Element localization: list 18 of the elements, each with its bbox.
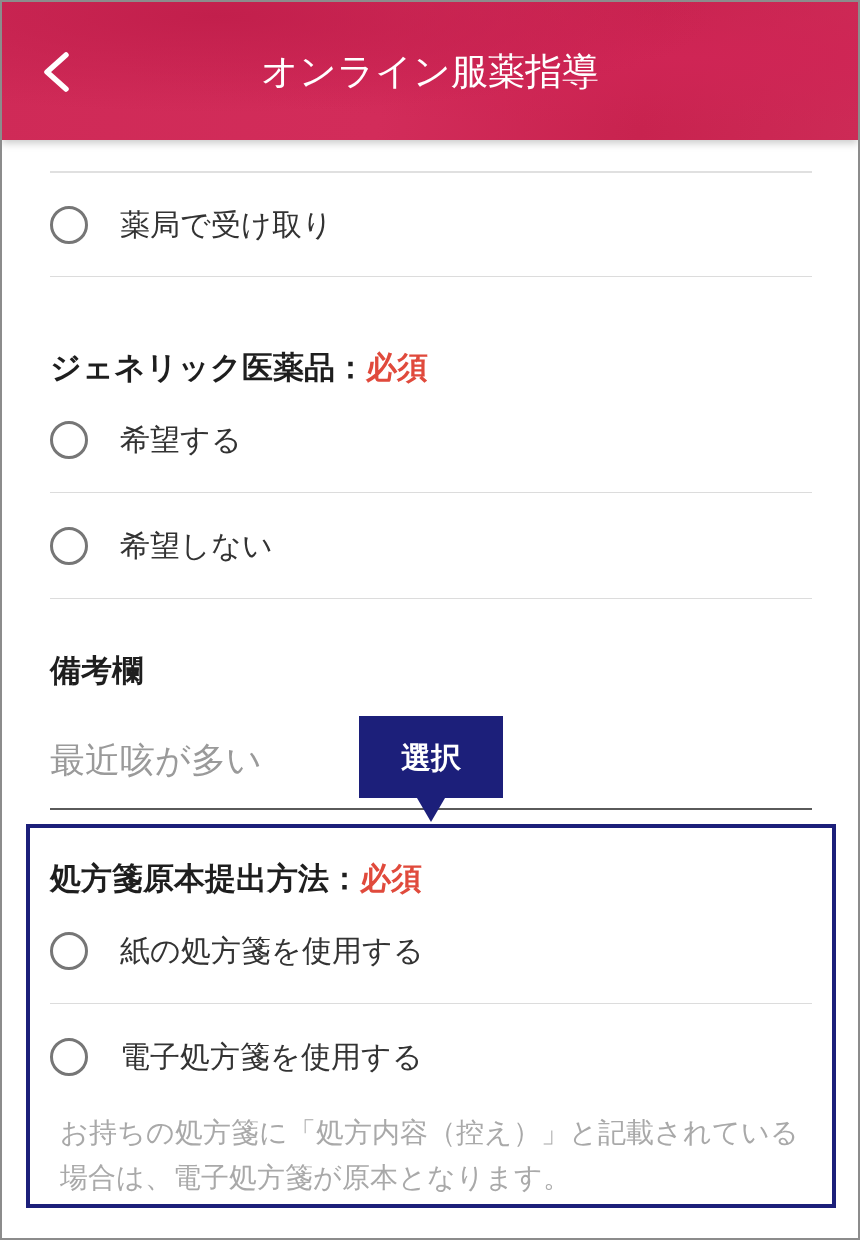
section-label: 備考欄 — [50, 651, 143, 690]
radio-button[interactable] — [50, 931, 88, 970]
radio-button[interactable] — [50, 205, 88, 244]
option-label: 希望しない — [120, 527, 273, 564]
option-label: 電子処方箋を使用する — [120, 1039, 423, 1075]
required-label: 必須 — [366, 348, 428, 387]
radio-button[interactable] — [50, 1038, 88, 1076]
page-title: オンライン服薬指導 — [261, 49, 599, 95]
callout-tooltip: 選択 — [359, 716, 503, 822]
option-label: 紙の処方箋を使用する — [120, 932, 424, 969]
section-label: ジェネリック医薬品： — [50, 348, 366, 387]
radio-button[interactable] — [50, 420, 88, 459]
radio-button[interactable] — [50, 526, 88, 565]
required-label: 必須 — [360, 859, 422, 898]
section-label: 処方箋原本提出方法： — [50, 859, 360, 898]
help-text: お持ちの処方箋に「処方内容（控え）」と記載されている場合は、電子処方箋が原本となります。 — [59, 1115, 800, 1196]
option-label: 希望する — [120, 421, 242, 458]
option-label: 薬局で受け取り — [120, 206, 333, 243]
